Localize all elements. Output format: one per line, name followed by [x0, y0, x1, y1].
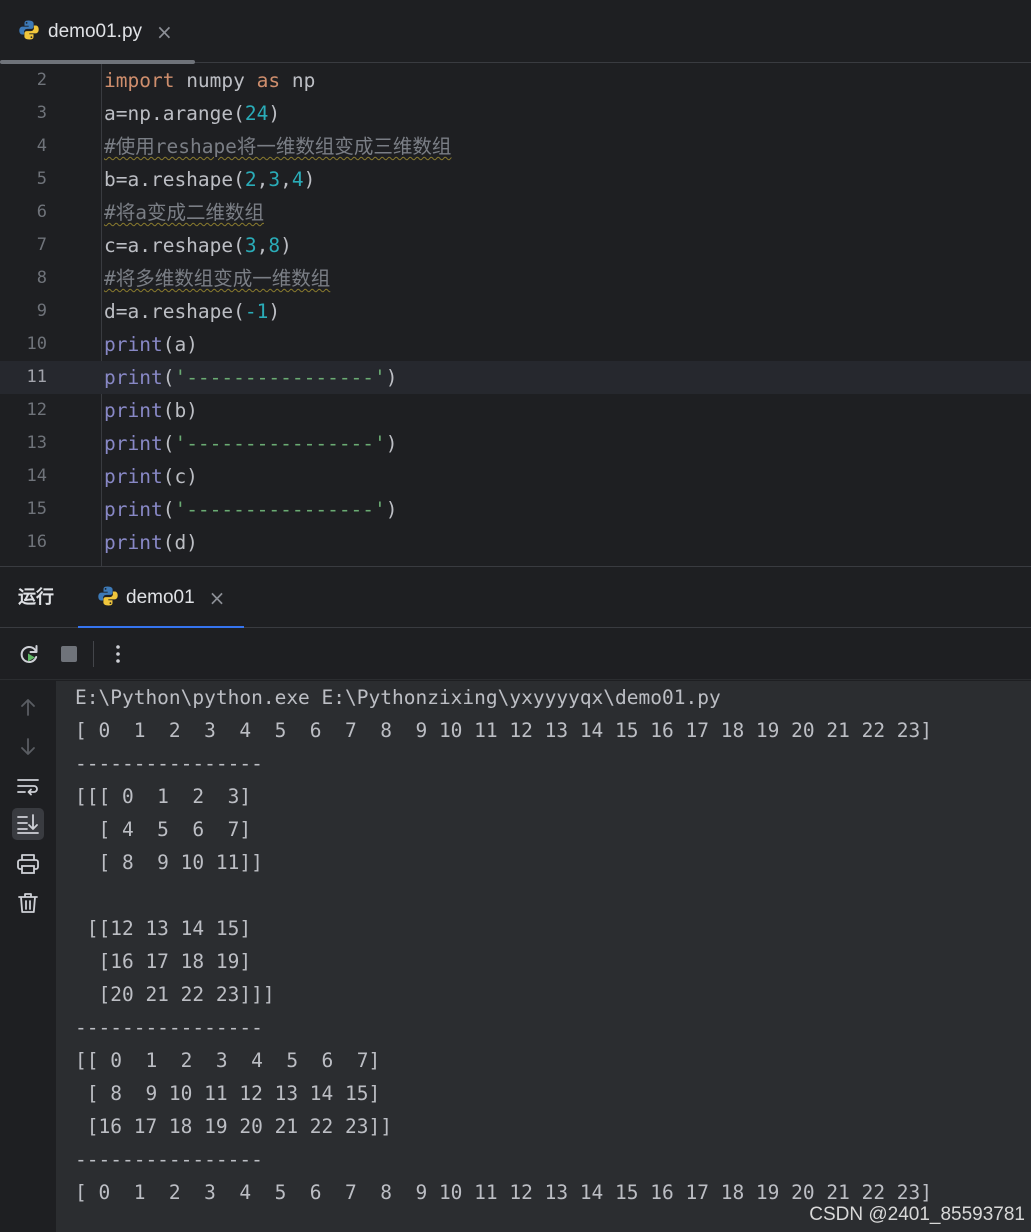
- code-text: b=a.reshape(2,3,4): [104, 168, 316, 191]
- editor-tab-label: demo01.py: [48, 20, 143, 42]
- line-number: 4: [36, 136, 47, 156]
- console-side-toolbar: [0, 681, 56, 1232]
- code-line[interactable]: 10 print(a): [0, 328, 1031, 361]
- code-text: d=a.reshape(-1): [104, 300, 281, 323]
- console-line: ----------------: [75, 752, 263, 775]
- code-line[interactable]: 7 c=a.reshape(3,8): [0, 229, 1031, 262]
- console-line: [[ 0 1 2 3 4 5 6 7]: [75, 1049, 381, 1072]
- soft-wrap-icon[interactable]: [12, 771, 44, 803]
- line-number: 14: [26, 466, 47, 486]
- python-run-icon: [97, 585, 119, 611]
- python-file-icon: [18, 19, 40, 45]
- code-text: #将a变成二维数组: [104, 201, 264, 224]
- more-options-icon[interactable]: [104, 640, 132, 668]
- code-line[interactable]: 6 #将a变成二维数组: [0, 196, 1031, 229]
- code-text: import numpy as np: [104, 69, 316, 92]
- console-line: [[12 13 14 15]: [75, 917, 252, 940]
- code-line[interactable]: 11 print('----------------'): [0, 361, 1031, 394]
- console-line: [ 0 1 2 3 4 5 6 7 8 9 10 11 12 13 14 15 …: [75, 719, 933, 742]
- console-line: ----------------: [75, 1016, 263, 1039]
- console-line: [16 17 18 19 20 21 22 23]]: [75, 1115, 392, 1138]
- line-number: 6: [36, 202, 47, 222]
- line-number: 11: [26, 367, 47, 387]
- code-text: print(b): [104, 399, 198, 422]
- console-line: [ 4 5 6 7]: [75, 818, 252, 841]
- print-icon[interactable]: [12, 848, 44, 880]
- code-line[interactable]: 16 print(d): [0, 526, 1031, 559]
- line-number: 9: [36, 301, 47, 321]
- code-text: #将多维数组变成一维数组: [104, 267, 331, 290]
- console-line: E:\Python\python.exe E:\Pythonzixing\yxy…: [75, 686, 721, 709]
- code-line[interactable]: 8 #将多维数组变成一维数组: [0, 262, 1031, 295]
- editor-tab-bar: demo01.py ×: [0, 0, 1031, 64]
- code-line[interactable]: 2 import numpy as np: [0, 64, 1031, 97]
- code-line[interactable]: 13 print('----------------'): [0, 427, 1031, 460]
- editor-tab-close-icon[interactable]: ×: [156, 22, 173, 42]
- code-line[interactable]: 15 print('----------------'): [0, 493, 1031, 526]
- line-number: 8: [36, 268, 47, 288]
- console-line: [[[ 0 1 2 3]: [75, 785, 252, 808]
- code-line[interactable]: 12 print(b): [0, 394, 1031, 427]
- line-number: 3: [36, 103, 47, 123]
- console-line: ----------------: [75, 1148, 263, 1171]
- code-text: a=np.arange(24): [104, 102, 281, 125]
- line-number: 2: [36, 70, 47, 90]
- code-text: print('----------------'): [104, 366, 398, 389]
- run-tab-demo01[interactable]: demo01 ×: [78, 567, 244, 629]
- code-text: print(a): [104, 333, 198, 356]
- code-line[interactable]: 3 a=np.arange(24): [0, 97, 1031, 130]
- console-line: [16 17 18 19]: [75, 950, 252, 973]
- code-line[interactable]: 4 #使用reshape将一维数组变成三维数组: [0, 130, 1031, 163]
- rerun-icon[interactable]: [15, 640, 43, 668]
- code-line[interactable]: 14 print(c): [0, 460, 1031, 493]
- console-output[interactable]: E:\Python\python.exe E:\Pythonzixing\yxy…: [56, 681, 1031, 1232]
- console-line: [ 8 9 10 11 12 13 14 15]: [75, 1082, 381, 1105]
- line-number: 13: [26, 433, 47, 453]
- stop-icon[interactable]: [55, 640, 83, 668]
- console-line: [20 21 22 23]]]: [75, 983, 275, 1006]
- console-line: [ 0 1 2 3 4 5 6 7 8 9 10 11 12 13 14 15 …: [75, 1181, 933, 1204]
- code-text: print('----------------'): [104, 498, 398, 521]
- run-panel-title: 运行: [18, 587, 54, 608]
- scroll-up-icon[interactable]: [12, 691, 44, 723]
- code-text: print(c): [104, 465, 198, 488]
- line-number: 15: [26, 499, 47, 519]
- scroll-down-icon[interactable]: [12, 731, 44, 763]
- line-number: 16: [26, 532, 47, 552]
- clear-icon[interactable]: [12, 887, 44, 919]
- code-editor[interactable]: 2 import numpy as np 3 a=np.arange(24) 4 #使用r…: [0, 64, 1031, 566]
- toolbar-separator: [93, 641, 94, 667]
- console-line: [ 8 9 10 11]]: [75, 851, 263, 874]
- code-text: print('----------------'): [104, 432, 398, 455]
- editor-tab-demo01[interactable]: demo01.py ×: [0, 0, 195, 64]
- scroll-to-end-icon[interactable]: [12, 808, 44, 840]
- code-line[interactable]: 5 b=a.reshape(2,3,4): [0, 163, 1031, 196]
- watermark: CSDN @2401_85593781: [809, 1204, 1025, 1225]
- run-toolbar: [0, 628, 1031, 680]
- line-number: 12: [26, 400, 47, 420]
- line-number: 7: [36, 235, 47, 255]
- code-text: #使用reshape将一维数组变成三维数组: [104, 135, 452, 158]
- line-number: 10: [26, 334, 47, 354]
- code-text: print(d): [104, 531, 198, 554]
- code-text: c=a.reshape(3,8): [104, 234, 292, 257]
- line-number: 5: [36, 169, 47, 189]
- run-tool-window-header: 运行 demo01 ×: [0, 566, 1031, 629]
- code-line[interactable]: 9 d=a.reshape(-1): [0, 295, 1031, 328]
- run-tab-label: demo01: [126, 586, 195, 608]
- run-tab-close-icon[interactable]: ×: [209, 588, 226, 608]
